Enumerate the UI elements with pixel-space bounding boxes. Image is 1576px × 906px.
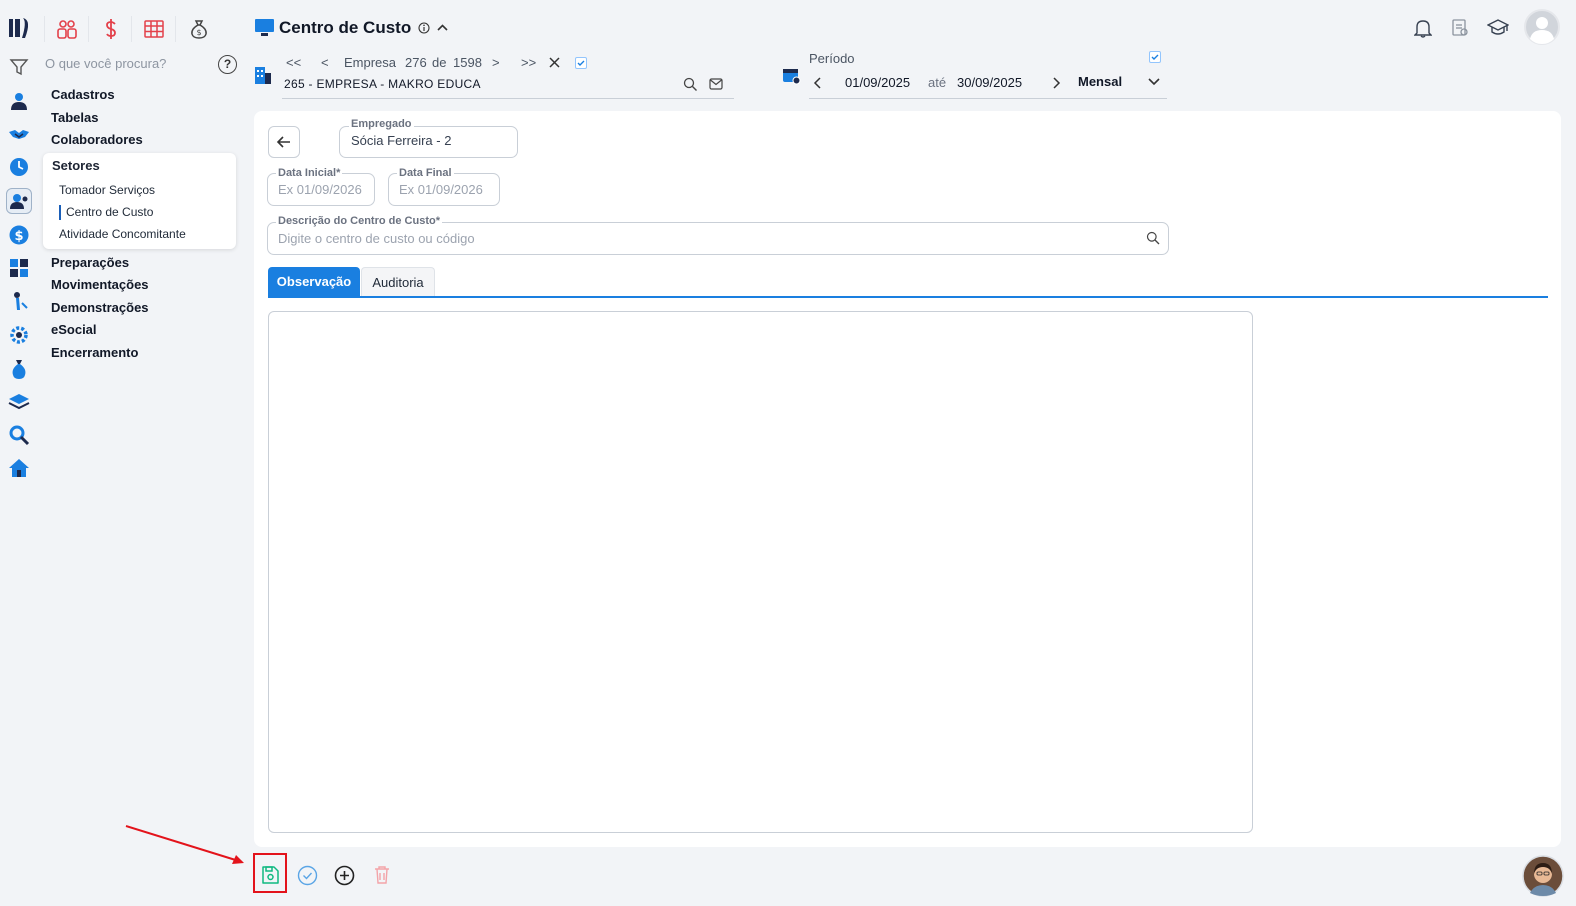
empresa-index: 276	[405, 55, 427, 70]
dollar-circle-icon[interactable]: $	[8, 224, 30, 246]
calculator-icon[interactable]	[8, 257, 30, 279]
prev-period-button[interactable]	[813, 77, 823, 89]
submenu-item-tomador-servicos[interactable]: Tomador Serviços	[59, 183, 155, 197]
check-circle-icon[interactable]	[297, 865, 318, 886]
empresa-checkbox[interactable]	[575, 57, 587, 69]
logo-icon[interactable]	[8, 16, 32, 40]
save-icon[interactable]	[260, 865, 280, 885]
empresa-name[interactable]: 265 - EMPRESA - MAKRO EDUCA	[284, 77, 481, 91]
help-icon[interactable]: ?	[218, 55, 237, 74]
tab-auditoria[interactable]: Auditoria	[361, 267, 435, 297]
filter-icon[interactable]	[8, 56, 30, 78]
money-bag-icon[interactable]: $	[188, 18, 210, 40]
empresa-of: de	[432, 55, 447, 70]
building-icon	[254, 65, 272, 85]
chevron-down-icon[interactable]	[1147, 77, 1161, 87]
submenu-item-atividade-concomitante[interactable]: Atividade Concomitante	[59, 227, 186, 241]
data-inicial-placeholder: Ex 01/09/2026	[278, 182, 362, 197]
empresa-underline	[282, 98, 734, 99]
empresa-label: Empresa	[344, 55, 397, 70]
calendar-icon[interactable]	[782, 66, 801, 85]
money-bag-rail-icon[interactable]	[8, 358, 30, 380]
bell-icon[interactable]	[1414, 18, 1432, 38]
descricao-placeholder: Digite o centro de custo ou código	[278, 231, 475, 246]
mail-icon[interactable]	[709, 77, 723, 91]
periodo-separator: até	[928, 75, 947, 90]
data-inicial-label: Data Inicial*	[276, 167, 343, 179]
menu-esocial[interactable]: eSocial	[51, 322, 97, 337]
menu-demonstracoes[interactable]: Demonstrações	[51, 300, 149, 315]
submenu-item-centro-de-custo[interactable]: Centro de Custo	[66, 205, 153, 219]
empregado-value: Sócia Ferreira - 2	[351, 133, 452, 148]
menu-movimentacoes[interactable]: Movimentações	[51, 277, 149, 292]
menu-setores[interactable]: Setores	[52, 158, 100, 173]
descricao-label: Descrição do Centro de Custo*	[276, 215, 442, 227]
tab-underline	[268, 296, 1548, 298]
empregado-label: Empregado	[349, 118, 414, 130]
close-icon[interactable]	[549, 57, 560, 68]
periodo-underline	[809, 98, 1167, 99]
search-icon[interactable]	[683, 77, 698, 92]
active-indicator	[59, 205, 61, 220]
periodo-end[interactable]: 30/09/2025	[957, 75, 1022, 90]
gear-icon[interactable]	[8, 324, 30, 346]
svg-text:$: $	[15, 229, 24, 244]
avatar-icon[interactable]	[1524, 9, 1560, 45]
monitor-icon	[255, 19, 274, 37]
menu-colaboradores[interactable]: Colaboradores	[51, 132, 143, 147]
graduation-cap-icon[interactable]	[1487, 18, 1509, 38]
periodo-mode-select[interactable]: Mensal	[1078, 74, 1122, 89]
observacao-textarea[interactable]	[268, 311, 1253, 833]
menu-encerramento[interactable]: Encerramento	[51, 345, 138, 360]
annotation-arrow	[125, 825, 244, 864]
page-title: Centro de Custo	[279, 18, 412, 37]
person-icon[interactable]	[8, 90, 30, 112]
tab-observacao[interactable]: Observação	[268, 267, 360, 297]
periodo-checkbox[interactable]	[1149, 51, 1161, 63]
home-icon[interactable]	[8, 457, 30, 479]
empresa-total: 1598	[453, 55, 482, 70]
last-empresa-button[interactable]: >>	[521, 55, 536, 70]
handshake-icon[interactable]	[8, 123, 30, 145]
users-icon[interactable]	[56, 18, 78, 40]
employee-icon[interactable]	[6, 188, 32, 214]
next-empresa-button[interactable]: >	[492, 55, 500, 70]
search-input[interactable]: O que você procura?	[45, 56, 166, 71]
trash-icon[interactable]	[373, 865, 391, 885]
periodo-label: Período	[809, 51, 855, 66]
next-period-button[interactable]	[1051, 77, 1061, 89]
periodo-start[interactable]: 01/09/2025	[845, 75, 910, 90]
descricao-search-icon[interactable]	[1146, 231, 1160, 245]
dollar-icon[interactable]	[100, 18, 122, 40]
clock-icon[interactable]	[8, 156, 30, 178]
first-empresa-button[interactable]: <<	[286, 55, 301, 70]
magnifier-icon[interactable]	[8, 424, 30, 446]
prev-empresa-button[interactable]: <	[321, 55, 329, 70]
layers-icon[interactable]	[8, 391, 30, 413]
menu-tabelas[interactable]: Tabelas	[51, 110, 98, 125]
menu-cadastros[interactable]: Cadastros	[51, 87, 115, 102]
assistant-avatar-icon[interactable]	[1522, 855, 1564, 897]
data-final-placeholder: Ex 01/09/2026	[399, 182, 483, 197]
plus-circle-icon[interactable]	[334, 865, 355, 886]
menu-preparacoes[interactable]: Preparações	[51, 255, 129, 270]
back-button[interactable]	[268, 126, 300, 158]
chevron-up-icon[interactable]	[436, 22, 449, 34]
data-final-label: Data Final	[397, 167, 454, 179]
info-icon[interactable]	[418, 22, 430, 34]
report-icon[interactable]	[1451, 18, 1469, 38]
grid-icon[interactable]	[143, 18, 165, 40]
tools-icon[interactable]	[8, 290, 30, 312]
svg-text:$: $	[197, 28, 202, 37]
